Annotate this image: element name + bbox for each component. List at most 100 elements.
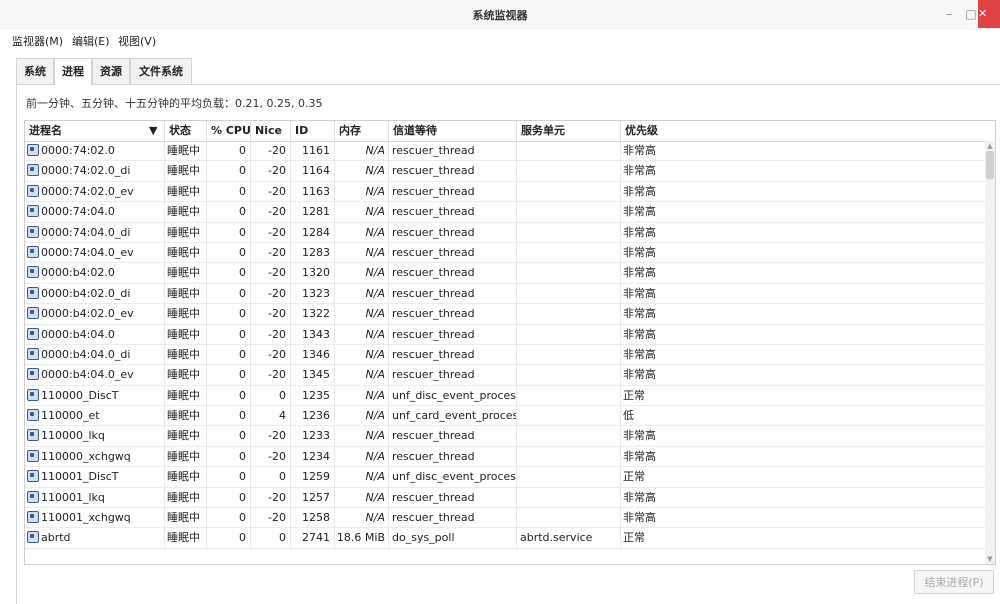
process-icon bbox=[27, 490, 39, 503]
cell-wait: rescuer_thread bbox=[389, 181, 517, 202]
cell-name: 110000_lkq bbox=[25, 426, 165, 447]
cell-wait: rescuer_thread bbox=[389, 344, 517, 365]
table-row[interactable]: 110000_lkq 睡眠中 0 -20 1233 N/A rescuer_thread 非常… bbox=[25, 426, 985, 447]
header-id[interactable]: ID bbox=[291, 121, 335, 141]
table-row[interactable]: 0000:b4:04.0_di 睡眠中 0 -20 1346 N/A rescuer_thr… bbox=[25, 344, 985, 366]
sort-descending-icon: ▼ bbox=[149, 124, 158, 137]
process-icon bbox=[27, 184, 39, 197]
table-row[interactable]: 0000:74:04.0_di 睡眠中 0 -20 1284 N/A rescuer_thr… bbox=[25, 222, 985, 243]
cell-state: 睡眠中 bbox=[165, 202, 207, 223]
cell-unit: abrtd.service bbox=[517, 528, 621, 549]
cell-name: 0000:b4:02.0_di bbox=[25, 283, 165, 304]
table-row[interactable]: 0000:74:02.0 睡眠中 0 -20 1161 N/A rescuer_thread… bbox=[25, 141, 985, 162]
menu-monitor[interactable]: 监视器(M) bbox=[12, 33, 63, 49]
menu-view[interactable]: 视图(V) bbox=[118, 33, 156, 49]
table-row[interactable]: 0000:74:02.0_ev 睡眠中 0 -20 1163 N/A rescuer_thr… bbox=[25, 181, 985, 203]
tab-system[interactable]: 系统 bbox=[16, 58, 54, 84]
table-row[interactable]: 0000:74:04.0_ev 睡眠中 0 -20 1283 N/A rescuer_thr… bbox=[25, 242, 985, 264]
minimize-button[interactable]: – bbox=[938, 5, 960, 23]
cell-nice: 4 bbox=[251, 406, 291, 427]
cell-id: 1320 bbox=[291, 263, 335, 284]
cell-unit bbox=[517, 304, 621, 325]
menu-edit[interactable]: 编辑(E) bbox=[72, 33, 110, 49]
cell-name: 0000:74:04.0_di bbox=[25, 222, 165, 243]
cell-state: 睡眠中 bbox=[165, 487, 207, 508]
process-table: 进程名 ▼ 状态 % CPU Nice ID 内存 信道等待 服务单元 优先级 … bbox=[24, 120, 996, 565]
cell-mem: N/A bbox=[335, 406, 389, 427]
table-row[interactable]: 0000:b4:02.0_ev 睡眠中 0 -20 1322 N/A rescuer_thr… bbox=[25, 304, 985, 325]
cell-prio: 正常 bbox=[623, 531, 645, 545]
table-header: 进程名 ▼ 状态 % CPU Nice ID 内存 信道等待 服务单元 优先级 bbox=[25, 121, 985, 142]
header-nice[interactable]: Nice bbox=[251, 121, 291, 141]
cell-wait: rescuer_thread bbox=[389, 242, 517, 263]
cell-id: 1345 bbox=[291, 365, 335, 386]
cell-wait: rescuer_thread bbox=[389, 324, 517, 345]
cell-nice: -20 bbox=[251, 508, 291, 529]
tab-processes[interactable]: 进程 bbox=[54, 58, 92, 85]
cell-id: 1343 bbox=[291, 324, 335, 345]
table-row[interactable]: 0000:b4:04.0_ev 睡眠中 0 -20 1345 N/A rescuer_thr… bbox=[25, 365, 985, 386]
table-row[interactable]: 0000:b4:04.0 睡眠中 0 -20 1343 N/A rescuer_thread… bbox=[25, 324, 985, 345]
close-button[interactable]: ✕ bbox=[978, 0, 1000, 28]
table-row[interactable]: 110001_xchgwq 睡眠中 0 -20 1258 N/A rescuer_threa… bbox=[25, 508, 985, 529]
table-row[interactable]: abrtd 睡眠中 0 0 2741 18.6 MiB do_sys_poll abrtd.s… bbox=[25, 528, 985, 549]
cell-cpu: 0 bbox=[207, 181, 251, 202]
cell-nice: -20 bbox=[251, 304, 291, 325]
cell-name: 0000:74:02.0 bbox=[25, 141, 165, 161]
process-name: 0000:b4:04.0_di bbox=[41, 347, 131, 361]
header-waiting-channel[interactable]: 信道等待 bbox=[389, 121, 517, 141]
cell-mem: N/A bbox=[335, 467, 389, 488]
cell-mem: N/A bbox=[335, 385, 389, 406]
cell-id: 1346 bbox=[291, 344, 335, 365]
process-name: 110001_lkq bbox=[41, 490, 105, 504]
tab-filesystems[interactable]: 文件系统 bbox=[130, 58, 192, 84]
header-cpu[interactable]: % CPU bbox=[207, 121, 251, 141]
table-row[interactable]: 110000_et 睡眠中 0 4 1236 N/A unf_card_event_proc… bbox=[25, 406, 985, 427]
table-body: 0000:74:02.0 睡眠中 0 -20 1161 N/A rescuer_thread… bbox=[25, 141, 985, 549]
cell-prio: 非常高 bbox=[623, 307, 656, 321]
table-row[interactable]: 0000:74:04.0 睡眠中 0 -20 1281 N/A rescuer_thread… bbox=[25, 202, 985, 223]
table-row[interactable]: 0000:74:02.0_di 睡眠中 0 -20 1164 N/A rescuer_thr… bbox=[25, 161, 985, 182]
table-row[interactable]: 110000_xchgwq 睡眠中 0 -20 1234 N/A rescuer_threa… bbox=[25, 446, 985, 468]
cell-nice: -20 bbox=[251, 222, 291, 243]
process-name: 110000_xchgwq bbox=[41, 449, 131, 463]
end-process-button[interactable]: 结束进程(P) bbox=[914, 570, 994, 594]
table-row[interactable]: 110001_DiscT 睡眠中 0 0 1259 N/A unf_disc_event_p… bbox=[25, 467, 985, 488]
cell-id: 1322 bbox=[291, 304, 335, 325]
header-state[interactable]: 状态 bbox=[165, 121, 207, 141]
cell-cpu: 0 bbox=[207, 283, 251, 304]
cell-state: 睡眠中 bbox=[165, 324, 207, 345]
cell-nice: -20 bbox=[251, 446, 291, 467]
table-row[interactable]: 110000_DiscT 睡眠中 0 0 1235 N/A unf_disc_event_p… bbox=[25, 385, 985, 407]
header-service-unit[interactable]: 服务单元 bbox=[517, 121, 621, 141]
cell-id: 1233 bbox=[291, 426, 335, 447]
cell-nice: 0 bbox=[251, 385, 291, 406]
scrollbar-thumb[interactable] bbox=[986, 151, 994, 179]
cell-name: 0000:74:02.0_ev bbox=[25, 181, 165, 202]
cell-unit bbox=[517, 344, 621, 365]
cell-prio: 非常高 bbox=[623, 449, 656, 463]
cell-cpu: 0 bbox=[207, 141, 251, 161]
tab-resources[interactable]: 资源 bbox=[92, 58, 130, 84]
header-priority[interactable]: 优先级 bbox=[621, 121, 985, 141]
scroll-up-arrow-icon[interactable]: ▲ bbox=[985, 141, 995, 151]
header-memory[interactable]: 内存 bbox=[335, 121, 389, 141]
table-row[interactable]: 0000:b4:02.0_di 睡眠中 0 -20 1323 N/A rescuer_thr… bbox=[25, 283, 985, 305]
cell-prio: 非常高 bbox=[623, 266, 656, 280]
cell-state: 睡眠中 bbox=[165, 263, 207, 284]
table-row[interactable]: 110001_lkq 睡眠中 0 -20 1257 N/A rescuer_thread 非常… bbox=[25, 487, 985, 509]
process-icon bbox=[27, 388, 39, 401]
cell-state: 睡眠中 bbox=[165, 283, 207, 304]
header-process-name[interactable]: 进程名 ▼ bbox=[25, 121, 165, 141]
cell-wait: rescuer_thread bbox=[389, 283, 517, 304]
vertical-scrollbar[interactable]: ▲ ▼ bbox=[985, 141, 995, 564]
cell-wait: rescuer_thread bbox=[389, 263, 517, 284]
cell-unit bbox=[517, 324, 621, 345]
cell-unit bbox=[517, 406, 621, 427]
cell-id: 1323 bbox=[291, 283, 335, 304]
table-row[interactable]: 0000:b4:02.0 睡眠中 0 -20 1320 N/A rescuer_thread… bbox=[25, 263, 985, 284]
cell-state: 睡眠中 bbox=[165, 222, 207, 243]
cell-unit bbox=[517, 365, 621, 386]
scroll-down-arrow-icon[interactable]: ▼ bbox=[985, 554, 995, 564]
cell-prio: 非常高 bbox=[623, 347, 656, 361]
